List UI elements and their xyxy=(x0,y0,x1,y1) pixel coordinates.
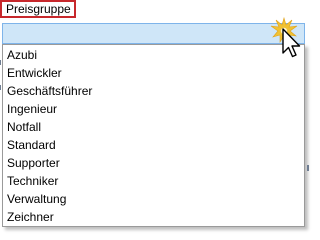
preisgruppe-combobox[interactable] xyxy=(2,23,305,44)
preisgruppe-dropdown-list[interactable]: Azubi Entwickler Geschäftsführer Ingenie… xyxy=(2,44,305,227)
list-item[interactable]: Supporter xyxy=(3,154,304,172)
list-item[interactable]: Ingenieur xyxy=(3,100,304,118)
background-fragment xyxy=(0,60,1,65)
mouse-pointer-icon xyxy=(270,16,306,62)
list-item[interactable]: Azubi xyxy=(3,46,304,64)
preisgruppe-label: Preisgruppe xyxy=(0,0,76,18)
list-item[interactable]: Notfall xyxy=(3,118,304,136)
list-item[interactable]: Zeichner xyxy=(3,208,304,226)
background-fragment xyxy=(307,165,309,171)
list-item[interactable]: Techniker xyxy=(3,172,304,190)
dropdown-screenshot: Preisgruppe Azubi Entwickler Geschäftsfü… xyxy=(0,0,311,229)
list-item[interactable]: Standard xyxy=(3,136,304,154)
background-fragment xyxy=(0,85,1,90)
list-item[interactable]: Verwaltung xyxy=(3,190,304,208)
list-item[interactable]: Geschäftsführer xyxy=(3,82,304,100)
list-item[interactable]: Entwickler xyxy=(3,64,304,82)
